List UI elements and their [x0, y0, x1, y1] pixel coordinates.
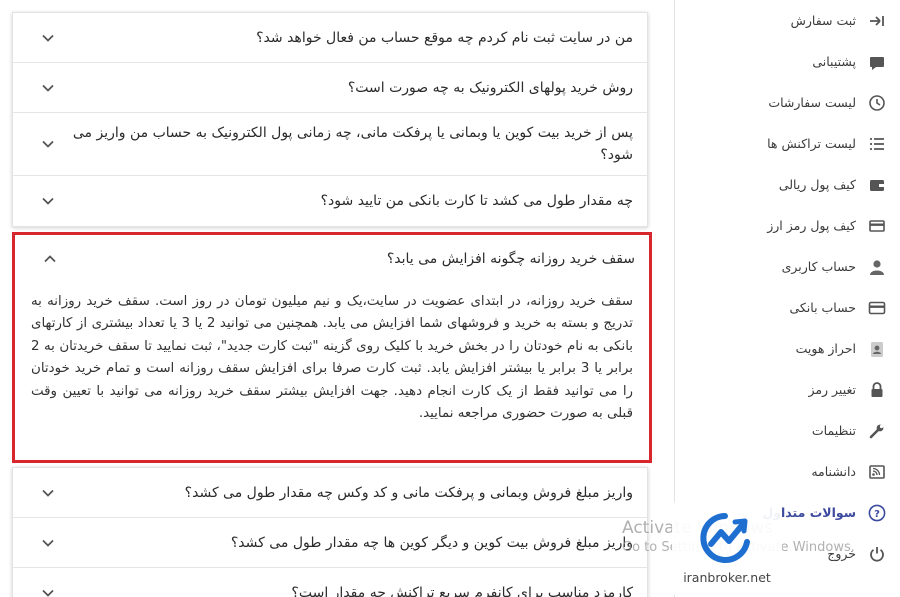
- faq-question: روش خرید پولهای الکترونیک به چه صورت است…: [347, 79, 633, 96]
- iranbroker-logo: iranbroker.net: [672, 500, 782, 597]
- sidebar-item-label: حساب کاربری: [781, 259, 856, 274]
- sidebar-item-support[interactable]: پشتیبانی: [675, 41, 900, 82]
- sidebar-item-label: تغییر رمز: [808, 382, 856, 397]
- faq-question: پس از خرید بیت کوین یا وبمانی یا پرفکت م…: [72, 125, 633, 163]
- chevron-down-icon: [33, 194, 63, 208]
- sidebar-item-label: ثبت سفارش: [790, 13, 856, 28]
- sidebar-item-label: احراز هویت: [795, 341, 856, 356]
- sidebar-item-encyclopedia[interactable]: دانشنامه: [675, 451, 900, 492]
- sidebar-item-order[interactable]: ثبت سفارش: [675, 0, 900, 41]
- faq-item-deposit-time[interactable]: پس از خرید بیت کوین یا وبمانی یا پرفکت م…: [13, 113, 647, 176]
- sidebar-item-transactions[interactable]: لیست تراکنش ها: [675, 123, 900, 164]
- power-icon: [866, 543, 888, 565]
- svg-text:?: ?: [874, 509, 880, 520]
- faq-question: کارمزد مناسب برای کانفرم سریع تراکنش چه …: [291, 585, 633, 597]
- faq-question: چه مقدار طول می کشد تا کارت بانکی من تای…: [320, 193, 633, 209]
- sidebar-item-label: حساب بانکی: [789, 300, 856, 315]
- sidebar-item-rial-wallet[interactable]: کیف پول ریالی: [675, 164, 900, 205]
- knowledge-feed-icon: [866, 461, 888, 483]
- faq-answer: سقف خرید روزانه، در ابتدای عضویت در سایت…: [31, 294, 633, 422]
- chevron-up-icon: [35, 252, 65, 266]
- sidebar-item-identity[interactable]: احراز هویت: [675, 328, 900, 369]
- sidebar-item-change-password[interactable]: تغییر رمز: [675, 369, 900, 410]
- faq-item-expanded-daily-limit: سقف خرید روزانه چگونه افزایش می یابد؟ سق…: [12, 232, 652, 463]
- chevron-down-icon: [33, 31, 63, 45]
- id-badge-icon: [866, 338, 888, 360]
- faq-question: من در سایت ثبت نام کردم چه موقع حساب من …: [256, 29, 633, 46]
- order-arrow-icon: [866, 10, 888, 32]
- sidebar-item-orders-list[interactable]: لیست سفارشات: [675, 82, 900, 123]
- sidebar-item-user-account[interactable]: حساب کاربری: [675, 246, 900, 287]
- faq-question: سقف خرید روزانه چگونه افزایش می یابد؟: [386, 251, 635, 267]
- history-clock-icon: [866, 92, 888, 114]
- bank-card-icon: [866, 297, 888, 319]
- sidebar-item-crypto-wallet[interactable]: کیف پول رمز ارز: [675, 205, 900, 246]
- logo-text: iranbroker.net: [683, 570, 771, 585]
- chevron-down-icon: [33, 536, 63, 550]
- sidebar-item-label: کیف پول ریالی: [778, 177, 856, 192]
- sidebar-item-bank-account[interactable]: حساب بانکی: [675, 287, 900, 328]
- sidebar-item-label: لیست تراکنش ها: [767, 136, 856, 151]
- help-circle-icon: ?: [866, 502, 888, 524]
- faq-question: واریز مبلغ فروش بیت کوین و دیگر کوین ها …: [230, 534, 633, 551]
- sidebar-item-label: دانشنامه: [811, 464, 856, 479]
- wrench-icon: [866, 420, 888, 442]
- lock-icon: [866, 379, 888, 401]
- sidebar-item-label: کیف پول رمز ارز: [767, 218, 856, 233]
- logo-mark-icon: [700, 513, 750, 563]
- sidebar-item-label: پشتیبانی: [812, 54, 856, 69]
- chevron-down-icon: [33, 81, 63, 95]
- sidebar-item-label: تنظیمات: [811, 423, 856, 438]
- sidebar-item-settings[interactable]: تنظیمات: [675, 410, 900, 451]
- wallet-icon: [866, 174, 888, 196]
- faq-group-top: من در سایت ثبت نام کردم چه موقع حساب من …: [12, 12, 648, 227]
- faq-item-webmoney-sale[interactable]: واریز مبلغ فروش وبمانی و پرفکت مانی و کد…: [13, 468, 647, 518]
- chevron-down-icon: [33, 137, 63, 151]
- faq-item-fee[interactable]: کارمزد مناسب برای کانفرم سریع تراکنش چه …: [13, 568, 647, 597]
- list-icon: [866, 133, 888, 155]
- user-icon: [866, 256, 888, 278]
- faq-expanded-header[interactable]: سقف خرید روزانه چگونه افزایش می یابد؟: [15, 235, 649, 283]
- crypto-wallet-icon: [866, 215, 888, 237]
- faq-group-bottom: واریز مبلغ فروش وبمانی و پرفکت مانی و کد…: [12, 467, 648, 597]
- faq-item-card-verify[interactable]: چه مقدار طول می کشد تا کارت بانکی من تای…: [13, 176, 647, 226]
- support-chat-icon: [866, 51, 888, 73]
- faq-question: واریز مبلغ فروش وبمانی و پرفکت مانی و کد…: [184, 484, 633, 501]
- sidebar-item-label: لیست سفارشات: [768, 95, 856, 110]
- chevron-down-icon: [33, 586, 63, 597]
- faq-item-bitcoin-sale[interactable]: واریز مبلغ فروش بیت کوین و دیگر کوین ها …: [13, 518, 647, 568]
- chevron-down-icon: [33, 486, 63, 500]
- faq-item-buy-method[interactable]: روش خرید پولهای الکترونیک به چه صورت است…: [13, 63, 647, 113]
- faq-item-activation[interactable]: من در سایت ثبت نام کردم چه موقع حساب من …: [13, 13, 647, 63]
